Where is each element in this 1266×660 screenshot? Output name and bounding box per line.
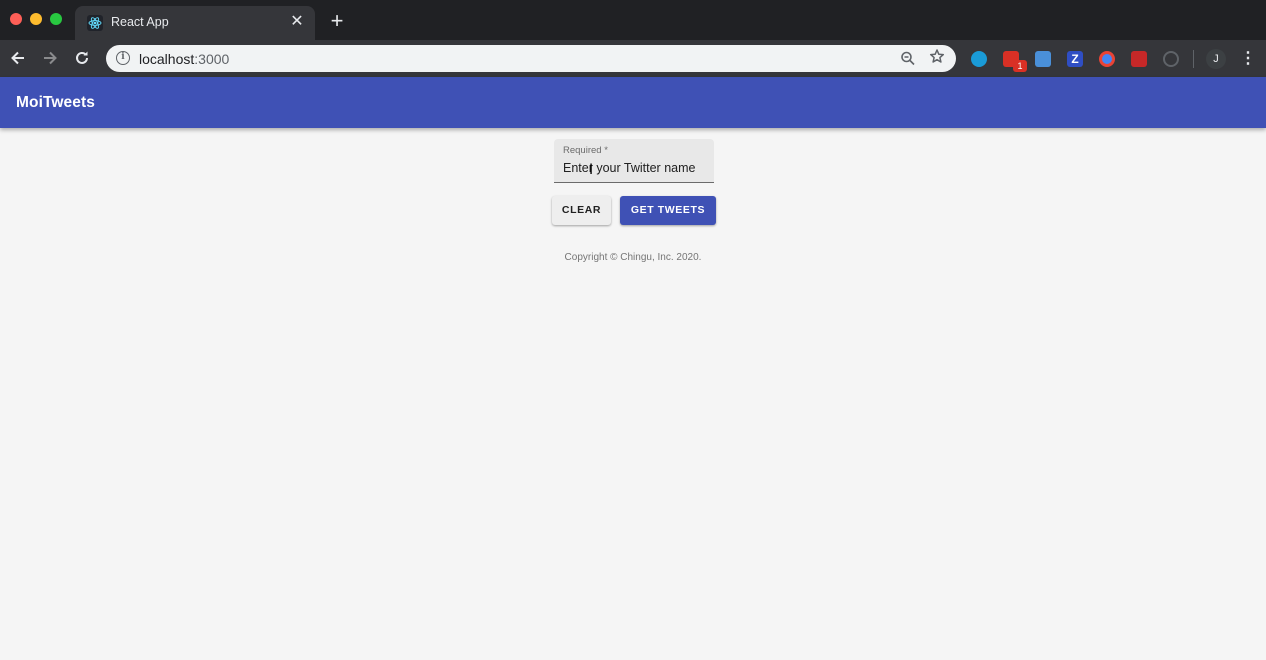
mail-extension-icon[interactable]: 1 [1003,51,1027,72]
forward-arrow-icon[interactable] [40,48,60,68]
url-host: localhost [139,51,195,67]
tab-title: React App [111,15,169,29]
twitter-name-field[interactable]: Required * [554,139,714,183]
toolbar-divider [1193,50,1194,68]
browser-titlebar: React App ✕ + [0,0,1266,40]
text-cursor-icon: I [589,162,594,178]
red-cube-extension-icon[interactable] [1131,51,1147,67]
minimize-window-button[interactable] [30,13,42,25]
zoom-icon[interactable] [900,49,916,71]
chrome-ring-extension-icon[interactable] [1099,51,1115,67]
copyright-text: Copyright © Chingu, Inc. 2020. [564,252,702,263]
close-tab-icon[interactable]: ✕ [289,14,305,30]
folder-extension-icon[interactable] [1035,51,1051,67]
app-header: MoiTweets [0,77,1266,128]
clear-button[interactable]: CLEAR [552,196,611,225]
site-info-icon[interactable]: i [116,51,130,65]
back-arrow-icon[interactable] [8,48,28,68]
browser-tab[interactable]: React App ✕ [75,6,315,40]
blue-circle-extension-icon[interactable] [971,51,987,67]
maximize-window-button[interactable] [50,13,62,25]
new-tab-button[interactable]: + [327,10,347,32]
field-label: Required * [563,145,608,156]
get-tweets-button[interactable]: GET TWEETS [620,196,716,225]
kebab-menu-icon[interactable]: ⋮ [1240,49,1256,69]
reload-icon[interactable] [72,48,92,68]
twitter-name-input[interactable] [563,159,708,177]
url-text: localhost:3000 [139,51,229,67]
app-title: MoiTweets [16,94,95,111]
url-port: :3000 [194,51,230,67]
bookmark-star-icon[interactable] [928,47,946,72]
gray-circle-extension-icon[interactable] [1163,51,1179,67]
react-icon [87,15,103,31]
browser-toolbar: i localhost:3000 1 Z J ⋮ [0,40,1266,77]
profile-avatar[interactable]: J [1206,49,1226,69]
close-window-button[interactable] [10,13,22,25]
notification-badge: 1 [1013,60,1027,72]
zotero-extension-icon[interactable]: Z [1067,51,1083,67]
address-bar[interactable]: i localhost:3000 [106,45,956,72]
